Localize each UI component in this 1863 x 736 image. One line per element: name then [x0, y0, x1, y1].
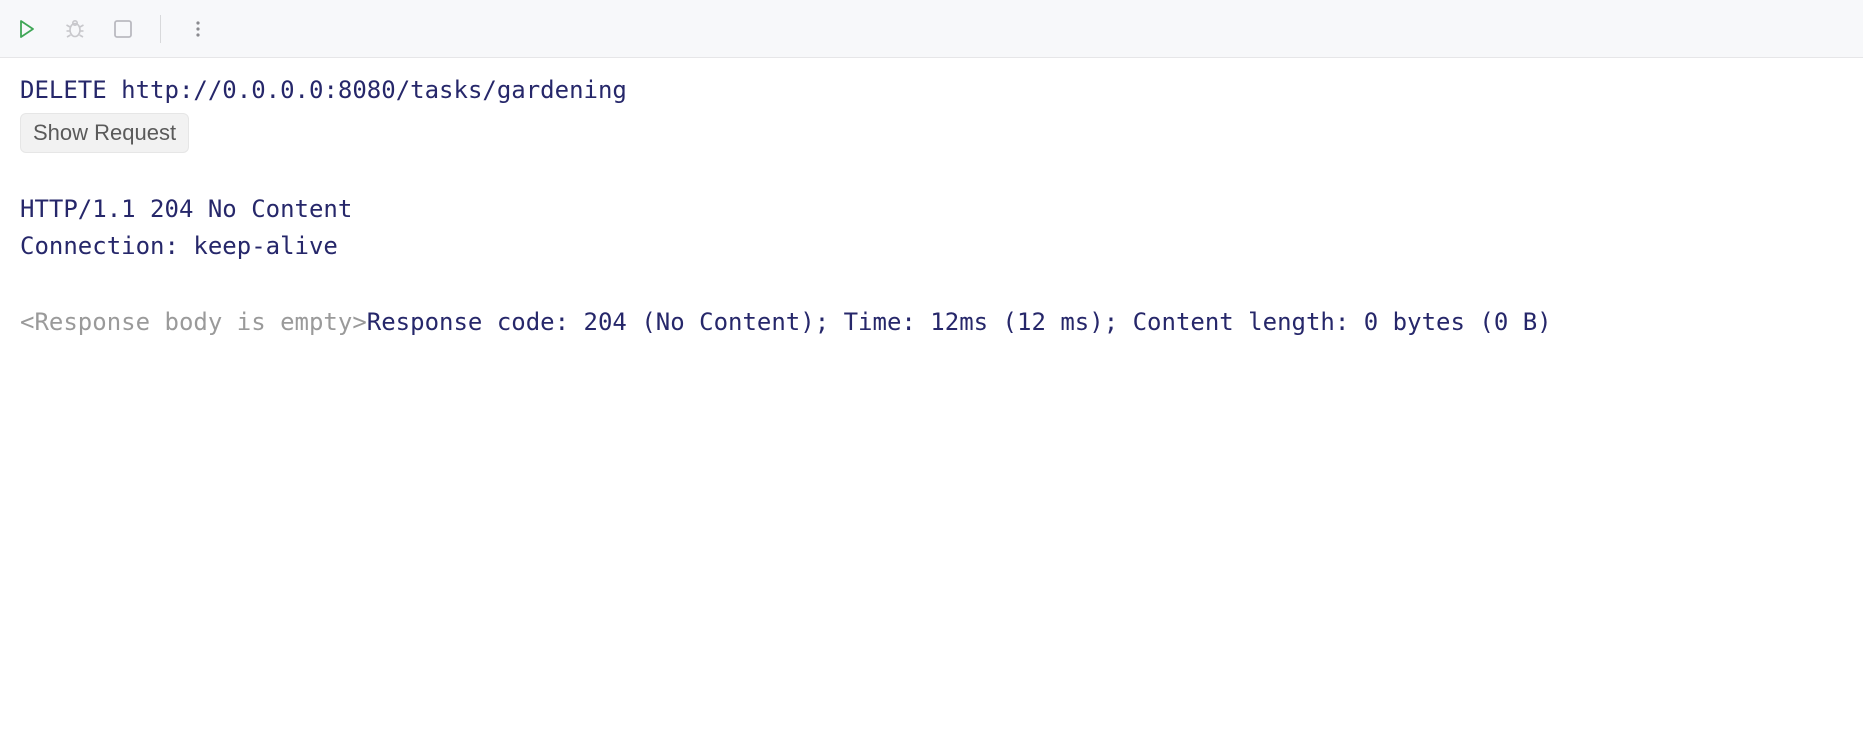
request-url: http://0.0.0.0:8080/tasks/gardening	[121, 76, 627, 104]
response-status-line: HTTP/1.1 204 No Content	[20, 191, 1843, 228]
response-header-line: Connection: keep-alive	[20, 228, 1843, 265]
response-body-line: <Response body is empty>Response code: 2…	[20, 304, 1843, 341]
bug-icon	[64, 18, 86, 40]
stop-button[interactable]	[108, 14, 138, 44]
request-method: DELETE	[20, 76, 107, 104]
more-button[interactable]	[183, 14, 213, 44]
toolbar	[0, 0, 1863, 58]
run-button[interactable]	[12, 14, 42, 44]
response-summary: Response code: 204 (No Content); Time: 1…	[367, 308, 1552, 336]
show-request-button[interactable]: Show Request	[20, 113, 189, 153]
empty-body-text: <Response body is empty>	[20, 308, 367, 336]
response-panel: DELETE http://0.0.0.0:8080/tasks/gardeni…	[0, 58, 1863, 355]
toolbar-separator	[160, 15, 161, 43]
kebab-icon	[190, 19, 206, 39]
request-line: DELETE http://0.0.0.0:8080/tasks/gardeni…	[20, 72, 1843, 109]
debug-button[interactable]	[60, 14, 90, 44]
play-icon	[17, 19, 37, 39]
stop-icon	[114, 20, 132, 38]
